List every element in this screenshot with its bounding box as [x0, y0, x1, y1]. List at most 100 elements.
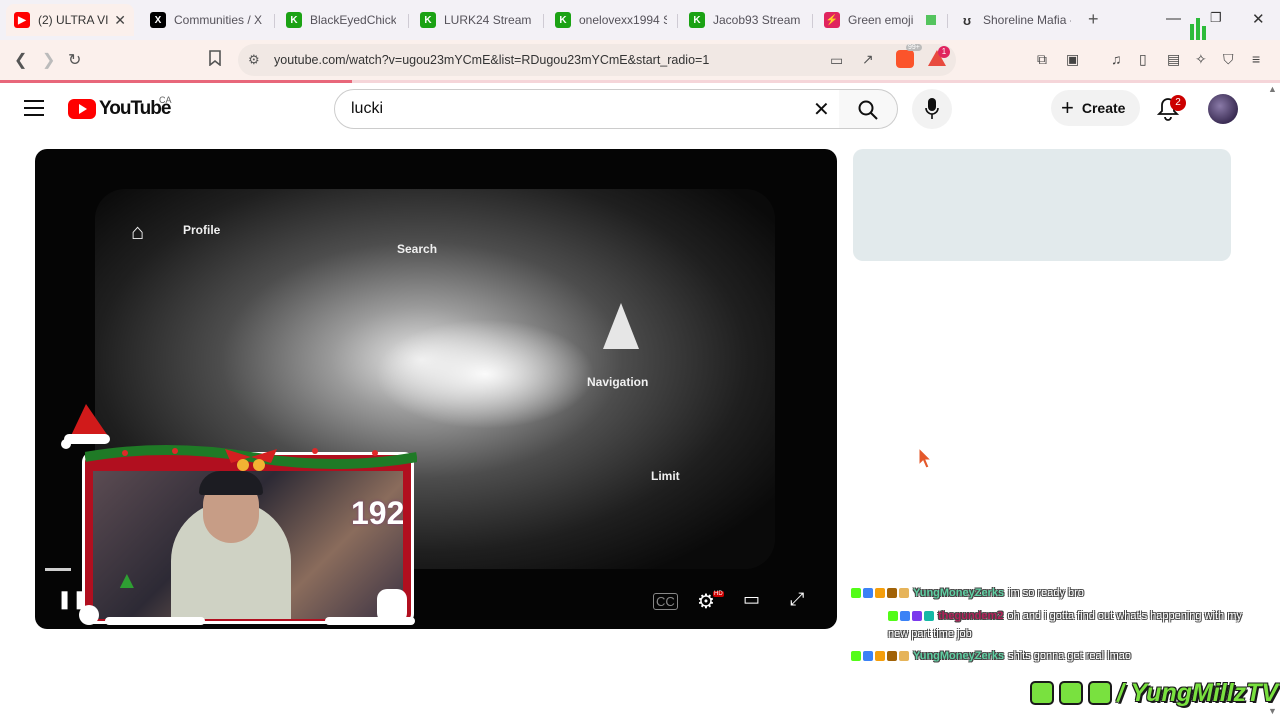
- webcam-overlay: ▲ 192: [79, 445, 417, 625]
- mouse-cursor-icon: [918, 447, 932, 469]
- tab-blackeyedchicken[interactable]: K BlackEyedChicken: [278, 4, 404, 36]
- tab-divider: [947, 14, 948, 28]
- tab-title: BlackEyedChicken: [310, 13, 396, 27]
- tab-search-icon[interactable]: ▣: [1066, 51, 1079, 68]
- create-label: Create: [1081, 100, 1126, 116]
- voice-search-button[interactable]: [912, 89, 952, 129]
- search-query: lucki: [351, 100, 384, 117]
- page-load-progress: [0, 80, 352, 83]
- tab-title: Jacob93 Stream -: [713, 13, 801, 27]
- screen: { "browser": { "tabs": [ {"title": "(2) …: [0, 0, 1280, 720]
- socials-banner: / YungMillzTV: [1030, 676, 1278, 710]
- share-icon[interactable]: ↗: [862, 51, 874, 68]
- back-icon[interactable]: ❮: [14, 50, 27, 70]
- minimize-icon[interactable]: —: [1166, 10, 1181, 27]
- twitter-icon: [1059, 681, 1083, 705]
- captions-icon[interactable]: CC: [653, 593, 678, 610]
- search-input[interactable]: lucki ✕: [334, 89, 840, 129]
- create-button[interactable]: + Create: [1051, 90, 1140, 126]
- menu-icon[interactable]: ≡: [1252, 51, 1260, 67]
- brave-shields-icon[interactable]: [896, 50, 914, 68]
- country-code: CA: [159, 95, 172, 105]
- video-text-profile: Profile: [183, 223, 221, 237]
- tab-onelovexx[interactable]: K onelovexx1994 St: [547, 4, 675, 36]
- snowman-icon: [79, 605, 99, 625]
- tab-youtube[interactable]: ▶ (2) ULTRA VIC ✕: [6, 4, 134, 36]
- webcam-count: 192: [351, 495, 403, 531]
- x-icon: X: [150, 12, 166, 28]
- ad-placeholder: [853, 149, 1231, 261]
- address-bar-row: ❮ ❯ ↻ ⚙ youtube.com/watch?v=ugou23mYCmE&…: [0, 40, 1280, 80]
- tab-title: Shoreline Mafia -: [983, 13, 1071, 27]
- tab-strip: ▶ (2) ULTRA VIC ✕ X Communities / X K Bl…: [0, 0, 1280, 44]
- chat-text: im so ready bro: [1008, 587, 1084, 599]
- close-icon[interactable]: ✕: [114, 12, 126, 29]
- tab-green-emoji[interactable]: ⚡ Green emoji: [816, 4, 944, 36]
- clear-search-icon[interactable]: ✕: [813, 97, 830, 122]
- wallet-icon[interactable]: ▤: [1167, 51, 1180, 68]
- chat-username: thegundem2: [938, 610, 1004, 622]
- site-settings-icon[interactable]: ⚙: [248, 52, 260, 68]
- window-close-icon[interactable]: ✕: [1252, 10, 1265, 28]
- home-icon: ⌂: [131, 219, 145, 244]
- tab-title: Communities / X: [174, 13, 262, 27]
- chat-text: shits gonna get real lmao: [1008, 650, 1131, 662]
- restore-icon[interactable]: ❐: [1210, 10, 1222, 26]
- url-text: youtube.com/watch?v=ugou23mYCmE&list=RDu…: [274, 53, 710, 67]
- progress-bar[interactable]: [45, 568, 71, 571]
- vpn-icon[interactable]: ⛉: [1223, 51, 1234, 68]
- emojipedia-icon: ⚡: [824, 12, 840, 28]
- tab-shoreline-mafia[interactable]: ʊ Shoreline Mafia -: [951, 4, 1079, 36]
- notification-badge: 2: [1170, 95, 1186, 111]
- url-bar[interactable]: ⚙ youtube.com/watch?v=ugou23mYCmE&list=R…: [238, 44, 956, 76]
- kick-icon: K: [420, 12, 436, 28]
- theater-mode-icon[interactable]: ▭: [743, 589, 760, 610]
- kick-icon: K: [286, 12, 302, 28]
- brave-shields-badge: 99+: [906, 44, 922, 51]
- genius-icon: ʊ: [962, 12, 972, 28]
- chat-username: YungMoneyZerks: [913, 587, 1005, 599]
- chat-message: thegundem2 oh and i gotta find out what's…: [888, 607, 1260, 643]
- extensions-icon[interactable]: ⧉: [1037, 51, 1047, 68]
- snow-decoration: [105, 617, 205, 625]
- sidebar-icon[interactable]: ▯: [1139, 51, 1147, 68]
- avatar[interactable]: [1208, 94, 1238, 124]
- snow-decoration: [325, 617, 415, 625]
- leo-ai-icon[interactable]: ✧: [1195, 51, 1207, 68]
- tab-title: Green emoji: [848, 13, 914, 27]
- chat-username: YungMoneyZerks: [913, 650, 1005, 662]
- youtube-logo[interactable]: YouTube: [68, 98, 171, 120]
- reload-icon[interactable]: ↻: [68, 50, 81, 70]
- tab-divider: [812, 14, 813, 28]
- christmas-tree-icon: ▲: [115, 567, 139, 594]
- green-square-icon: [926, 15, 936, 25]
- video-text-search: Search: [397, 242, 438, 256]
- kick-icon: K: [555, 12, 571, 28]
- garland-decoration: [85, 445, 417, 471]
- guide-menu-icon[interactable]: [24, 100, 44, 116]
- chat-badges: [851, 647, 911, 665]
- youtube-play-icon: [68, 99, 96, 119]
- socials-handle: / YungMillzTV: [1117, 678, 1279, 707]
- video-text-limit: Limit: [651, 469, 680, 483]
- chat-badges: [888, 607, 936, 625]
- search-button[interactable]: [839, 89, 898, 129]
- music-icon[interactable]: ♫: [1111, 51, 1122, 67]
- tab-jacob93[interactable]: K Jacob93 Stream -: [681, 4, 809, 36]
- video-frame-glare: [375, 319, 595, 429]
- tab-title: onelovexx1994 St: [579, 13, 667, 27]
- forward-icon[interactable]: ❯: [42, 50, 55, 70]
- rewards-badge: 1: [938, 46, 950, 58]
- twitch-icon: [1030, 681, 1054, 705]
- fullscreen-icon[interactable]: ⤢: [790, 589, 804, 610]
- bookmark-icon[interactable]: [208, 50, 222, 71]
- tab-title: (2) ULTRA VIC: [38, 13, 109, 27]
- scroll-up-arrow-icon[interactable]: ▲: [1268, 84, 1277, 94]
- new-tab-button[interactable]: +: [1088, 9, 1099, 30]
- tab-communities[interactable]: X Communities / X: [142, 4, 270, 36]
- tab-title: LURK24 Stream -: [444, 13, 532, 27]
- chat-message: YungMoneyZerks im so ready bro: [851, 584, 1084, 602]
- tab-lurk24[interactable]: K LURK24 Stream -: [412, 4, 540, 36]
- search-icon: [858, 100, 878, 120]
- cast-icon[interactable]: ▭: [830, 52, 843, 69]
